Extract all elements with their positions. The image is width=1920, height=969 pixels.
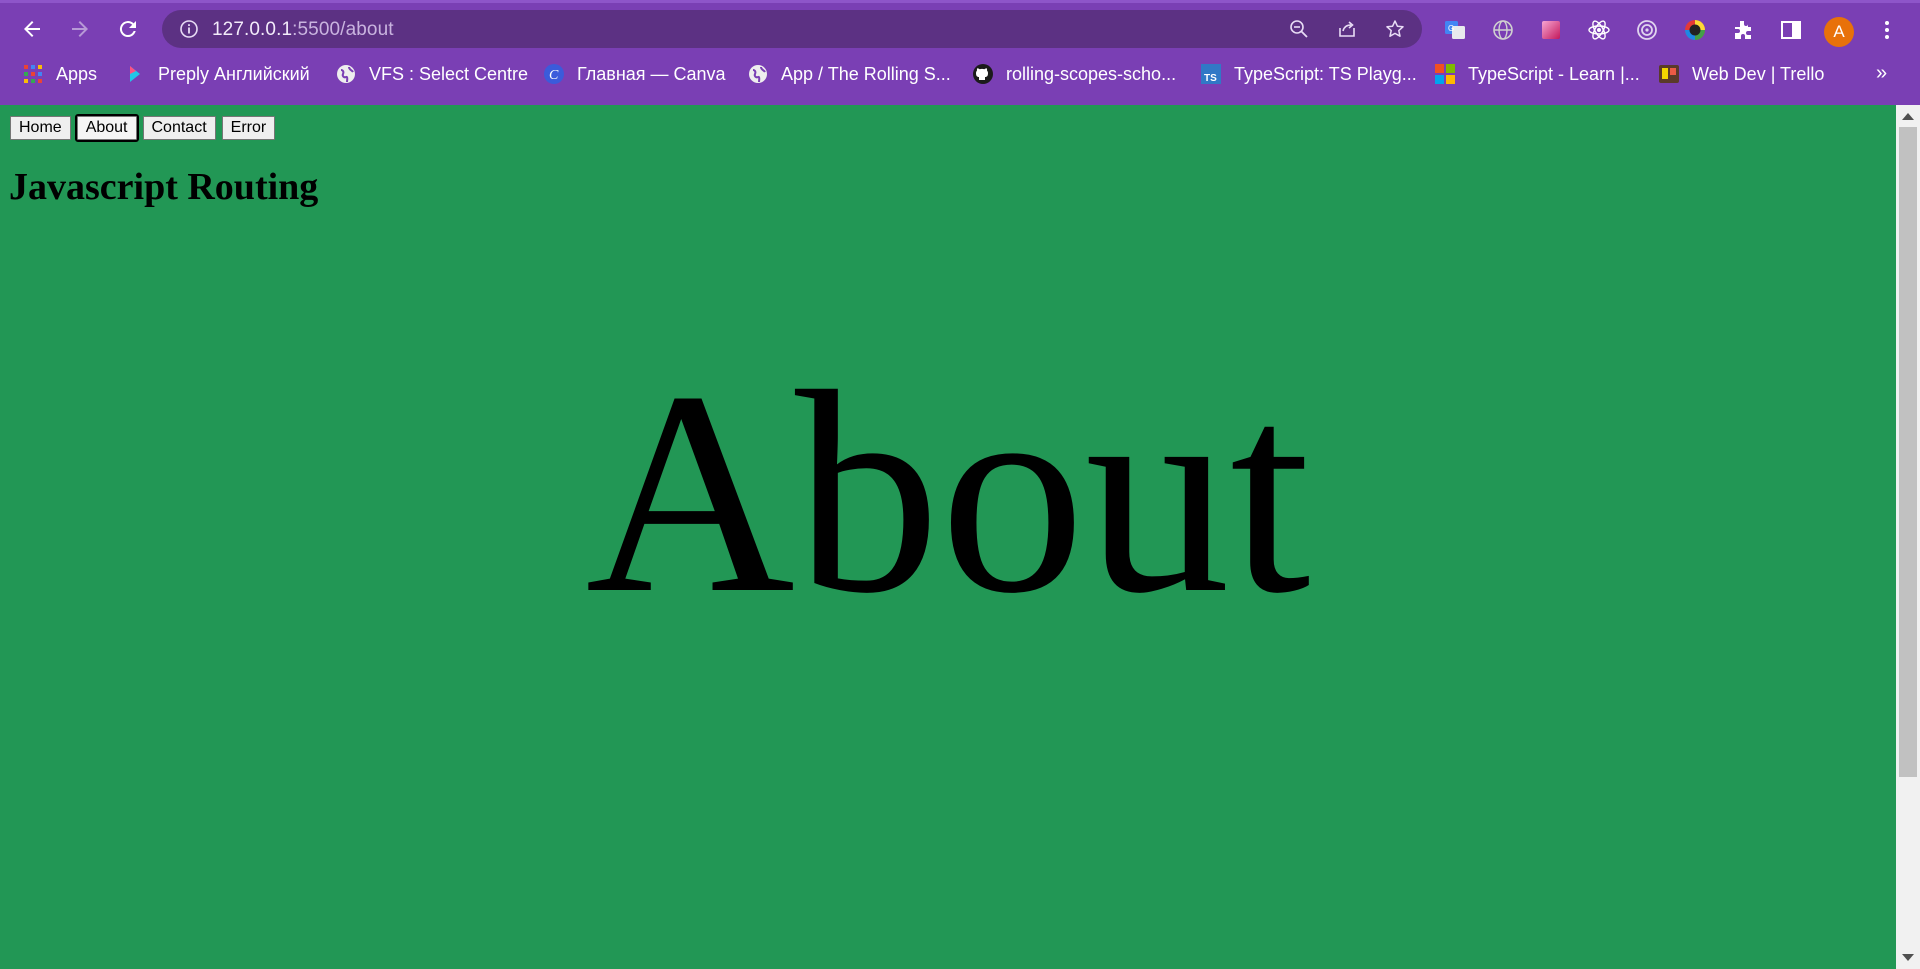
scroll-thumb[interactable] xyxy=(1899,127,1917,777)
nav-error-button[interactable]: Error xyxy=(221,116,276,140)
gradient-extension-icon[interactable] xyxy=(1538,17,1564,43)
bookmark-github[interactable]: rolling-scopes-scho... xyxy=(972,60,1176,88)
bookmark-preply[interactable]: Preply Английский xyxy=(124,60,310,88)
svg-text:C: C xyxy=(549,68,559,83)
bookmark-label: TypeScript: TS Playg... xyxy=(1234,63,1417,84)
preply-icon xyxy=(124,63,146,85)
svg-text:TS: TS xyxy=(1204,73,1217,84)
nav-home-button[interactable]: Home xyxy=(10,116,71,140)
url-path: :5500/about xyxy=(292,19,394,40)
bookmark-ts-playground[interactable]: TS TypeScript: TS Playg... xyxy=(1200,60,1417,88)
scroll-up-arrow-icon[interactable] xyxy=(1902,113,1914,120)
forward-button[interactable] xyxy=(63,12,97,46)
reload-icon xyxy=(119,21,136,38)
tab-strip-edge xyxy=(0,0,1920,3)
bookmark-label: TypeScript - Learn |... xyxy=(1468,63,1640,84)
address-bar[interactable]: 127.0.0.1:5500/about xyxy=(162,10,1422,48)
browser-chrome: 127.0.0.1:5500/about G A Apps Preply Анг… xyxy=(0,0,1920,105)
bookmark-label: rolling-scopes-scho... xyxy=(1006,63,1177,84)
globe-icon xyxy=(335,63,357,85)
nav-contact-button[interactable]: Contact xyxy=(142,116,216,140)
bookmark-label: Web Dev | Trello xyxy=(1692,63,1825,84)
color-picker-icon[interactable] xyxy=(1682,17,1708,43)
site-title: Javascript Routing xyxy=(9,166,319,208)
page-viewport: Home About Contact Error Javascript Rout… xyxy=(0,105,1896,969)
bookmark-label: VFS : Select Centre xyxy=(369,63,529,84)
canva-icon: C xyxy=(543,63,565,85)
bookmark-rolling-app[interactable]: App / The Rolling S... xyxy=(747,60,951,88)
bookmark-label: App / The Rolling S... xyxy=(781,63,951,84)
scroll-down-arrow-icon[interactable] xyxy=(1902,954,1914,961)
bookmark-label: Главная — Canva xyxy=(577,63,726,84)
bookmark-label: Apps xyxy=(56,63,98,84)
share-icon[interactable] xyxy=(1336,18,1358,40)
microsoft-icon xyxy=(1434,63,1456,85)
url-text[interactable]: 127.0.0.1:5500/about xyxy=(212,19,394,41)
bookmarks-overflow-button[interactable]: » xyxy=(1876,62,1887,85)
profile-avatar[interactable]: A xyxy=(1824,17,1854,47)
page-heading: About xyxy=(585,332,1311,653)
arrow-right-icon xyxy=(72,21,88,37)
google-translate-icon[interactable]: G xyxy=(1442,17,1468,43)
kebab-menu-icon[interactable] xyxy=(1874,17,1900,43)
zoom-out-icon[interactable] xyxy=(1288,18,1310,40)
target-extension-icon[interactable] xyxy=(1634,17,1660,43)
svg-text:G: G xyxy=(1448,24,1454,33)
bookmarks-bar: Apps Preply Английский VFS : Select Cent… xyxy=(0,57,1920,91)
back-button[interactable] xyxy=(15,12,49,46)
bookmark-trello[interactable]: Web Dev | Trello xyxy=(1658,60,1824,88)
bookmark-ts-learn[interactable]: TypeScript - Learn |... xyxy=(1434,60,1640,88)
nav-about-button[interactable]: About xyxy=(74,114,139,142)
react-devtools-icon[interactable] xyxy=(1586,17,1612,43)
bookmark-vfs[interactable]: VFS : Select Centre xyxy=(335,60,528,88)
bookmark-star-icon[interactable] xyxy=(1384,18,1406,40)
site-info-icon[interactable] xyxy=(178,18,200,40)
github-icon xyxy=(972,63,994,85)
apps-grid-icon xyxy=(22,63,44,85)
typescript-icon: TS xyxy=(1200,63,1222,85)
url-host: 127.0.0.1 xyxy=(212,19,293,40)
globe-icon xyxy=(747,63,769,85)
reload-button[interactable] xyxy=(111,12,145,46)
vertical-scrollbar[interactable] xyxy=(1896,105,1920,969)
browser-toolbar: 127.0.0.1:5500/about G A xyxy=(0,4,1920,52)
bookmark-label: Preply Английский xyxy=(158,63,310,84)
arrow-left-icon xyxy=(24,21,40,37)
site-nav: Home About Contact Error xyxy=(10,114,276,142)
puzzle-extensions-icon[interactable] xyxy=(1730,17,1756,43)
trello-icon xyxy=(1658,63,1680,85)
side-panel-icon[interactable] xyxy=(1778,17,1804,43)
bookmark-canva[interactable]: C Главная — Canva xyxy=(543,60,726,88)
bookmark-apps[interactable]: Apps xyxy=(22,60,97,88)
globe-extension-icon[interactable] xyxy=(1490,17,1516,43)
